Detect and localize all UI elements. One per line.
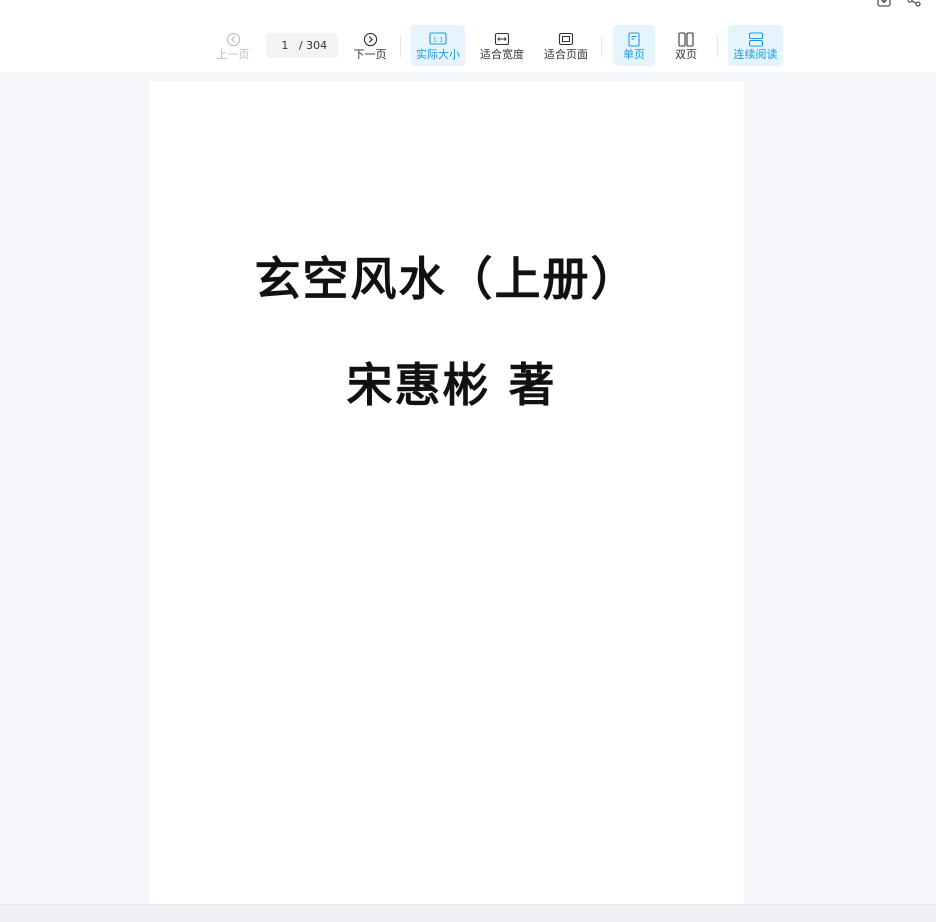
fit-width-label: 适合宽度 xyxy=(480,48,524,61)
toolbar-divider xyxy=(601,35,602,57)
bottom-scrollbar[interactable] xyxy=(0,904,936,922)
viewer-toolbar: 上一页 1 / 304 下一页 1:1 实际大小 适合宽度 适合页面 单页 双页… xyxy=(0,0,936,72)
page-indicator: 1 / 304 xyxy=(266,33,338,58)
continuous-reading-button[interactable]: 连续阅读 xyxy=(728,25,783,66)
total-pages: / 304 xyxy=(298,39,328,52)
fit-width-icon xyxy=(494,31,510,47)
actual-size-label: 实际大小 xyxy=(416,48,460,61)
single-page-label: 单页 xyxy=(623,48,645,61)
single-page-button[interactable]: 单页 xyxy=(613,25,655,66)
top-right-actions xyxy=(876,0,922,8)
pdf-viewer: 上一页 1 / 304 下一页 1:1 实际大小 适合宽度 适合页面 单页 双页… xyxy=(0,0,936,922)
download-icon[interactable] xyxy=(876,0,892,8)
prev-page-button[interactable]: 上一页 xyxy=(212,25,254,66)
continuous-scroll-icon xyxy=(748,31,764,47)
share-icon[interactable] xyxy=(906,0,922,8)
double-page-button[interactable]: 双页 xyxy=(665,25,707,66)
double-page-label: 双页 xyxy=(675,48,697,61)
fit-width-button[interactable]: 适合宽度 xyxy=(475,25,529,66)
fit-page-button[interactable]: 适合页面 xyxy=(539,25,593,66)
toolbar-divider xyxy=(717,35,718,57)
single-page-icon xyxy=(628,31,640,47)
next-page-button[interactable]: 下一页 xyxy=(350,25,390,66)
book-title: 玄空风水（上册） xyxy=(254,252,639,306)
double-page-icon xyxy=(678,31,694,47)
fit-page-icon xyxy=(558,31,574,47)
document-viewport[interactable]: 玄空风水（上册） 宋惠彬 著 xyxy=(0,72,936,904)
book-author: 宋惠彬 著 xyxy=(346,358,557,412)
fit-page-label: 适合页面 xyxy=(544,48,588,61)
chevron-left-circle-icon xyxy=(226,31,241,47)
one-to-one-icon: 1:1 xyxy=(429,31,447,47)
actual-size-button[interactable]: 1:1 实际大小 xyxy=(411,25,465,66)
document-page: 玄空风水（上册） 宋惠彬 著 xyxy=(149,81,744,904)
toolbar-buttons: 上一页 1 / 304 下一页 1:1 实际大小 适合宽度 适合页面 单页 双页… xyxy=(212,25,783,67)
next-page-label: 下一页 xyxy=(353,48,387,61)
continuous-reading-label: 连续阅读 xyxy=(733,48,778,61)
chevron-right-circle-icon xyxy=(363,31,378,47)
current-page-input[interactable]: 1 xyxy=(277,39,293,52)
one-to-one-text: 1:1 xyxy=(433,35,443,43)
prev-page-label: 上一页 xyxy=(216,48,250,61)
toolbar-divider xyxy=(400,35,401,57)
